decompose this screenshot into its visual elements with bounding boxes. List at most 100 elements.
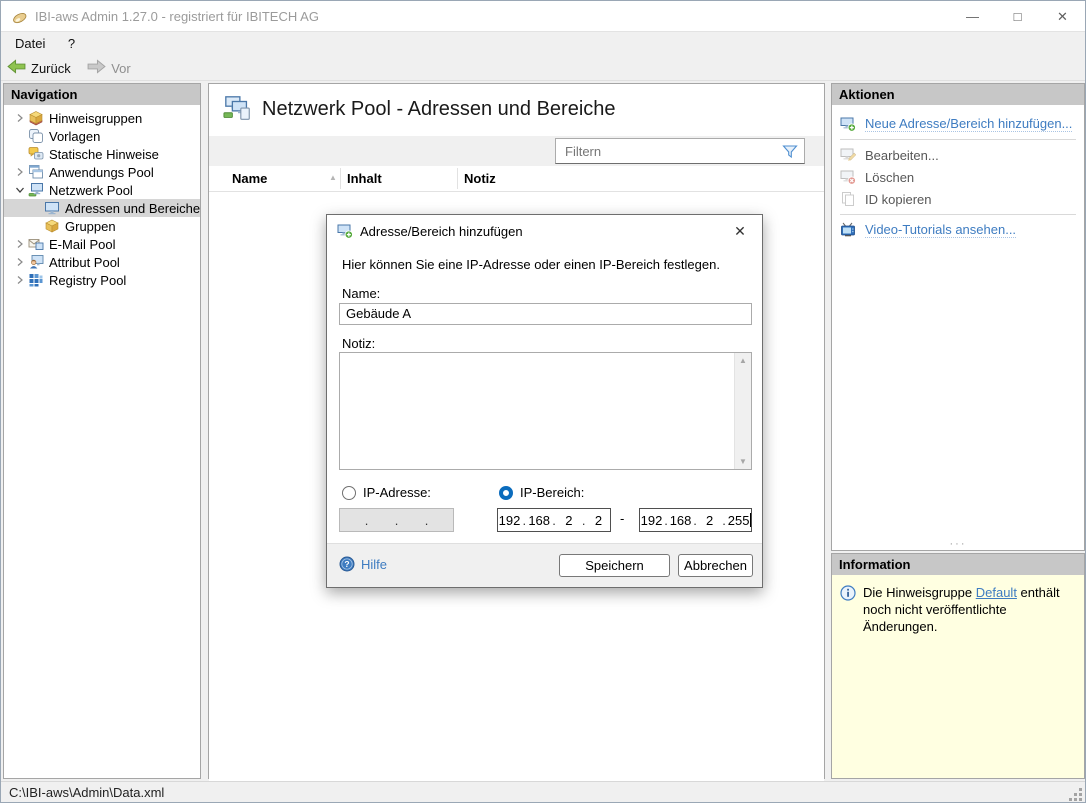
actions-list: Neue Adresse/Bereich hinzufügen... Bearb… xyxy=(832,105,1084,240)
action-add-address[interactable]: Neue Adresse/Bereich hinzufügen... xyxy=(840,114,1084,134)
default-group-link[interactable]: Default xyxy=(976,585,1017,600)
back-arrow-icon xyxy=(7,59,26,77)
sidebar-item-hinweisgruppen[interactable]: Hinweisgruppen xyxy=(4,109,200,127)
action-edit[interactable]: Bearbeiten... xyxy=(840,145,1084,165)
octet[interactable]: 2 xyxy=(557,513,580,528)
name-label: Name: xyxy=(342,286,381,301)
octet[interactable]: 192 xyxy=(498,513,521,528)
panel-splitter-grip[interactable]: ··· xyxy=(832,539,1084,550)
dialog-footer: ? Hilfe Speichern Abbrechen xyxy=(327,543,762,587)
save-button[interactable]: Speichern xyxy=(559,554,670,577)
filter-funnel-icon[interactable] xyxy=(782,144,798,160)
add-address-dialog: Adresse/Bereich hinzufügen ✕ Hier können… xyxy=(326,214,763,588)
chevron-right-icon[interactable] xyxy=(12,113,28,123)
menu-item-help[interactable]: ? xyxy=(59,32,84,55)
sort-asc-icon: ▲ xyxy=(329,173,337,182)
ip-range-option[interactable]: IP-Bereich: xyxy=(499,485,584,500)
column-header-name[interactable]: Name xyxy=(232,171,267,186)
sidebar-item-gruppen[interactable]: Gruppen xyxy=(4,217,200,235)
column-header-notiz[interactable]: Notiz xyxy=(464,171,496,186)
sidebar-item-netzwerk-pool[interactable]: Netzwerk Pool xyxy=(4,181,200,199)
sidebar-item-label: Vorlagen xyxy=(49,128,101,144)
scroll-up-icon[interactable]: ▲ xyxy=(735,356,751,365)
sidebar-item-attribut-pool[interactable]: Attribut Pool xyxy=(4,253,200,271)
maximize-button[interactable]: □ xyxy=(995,1,1040,32)
forward-label: Vor xyxy=(111,60,131,76)
menu-item-datei[interactable]: Datei xyxy=(6,32,54,55)
ip-range-from-field[interactable]: 192. 168. 2. 2 xyxy=(497,508,611,532)
name-field[interactable]: Gebäude A xyxy=(339,303,752,325)
sidebar-item-statische-hinweise[interactable]: Statische Hinweise xyxy=(4,145,200,163)
octet[interactable]: 255 xyxy=(727,513,750,528)
box-icon xyxy=(44,218,61,234)
actions-divider xyxy=(840,214,1076,215)
chevron-right-icon[interactable] xyxy=(12,275,28,285)
information-panel: Information Die Hinweisgruppe Default en… xyxy=(831,553,1085,779)
octet[interactable]: 2 xyxy=(698,513,721,528)
action-copy-id[interactable]: ID kopieren xyxy=(840,189,1084,209)
info-icon xyxy=(840,585,856,601)
scrollbar[interactable]: ▲ ▼ xyxy=(734,353,751,469)
column-header-inhalt[interactable]: Inhalt xyxy=(347,171,382,186)
sidebar-item-registry-pool[interactable]: Registry Pool xyxy=(4,271,200,289)
sidebar-item-adressen-und-bereiche[interactable]: Adressen und Bereiche xyxy=(4,199,200,217)
help-label[interactable]: Hilfe xyxy=(361,557,387,572)
column-divider xyxy=(457,168,458,189)
status-bar: C:\IBI-aws\Admin\Data.xml xyxy=(1,781,1085,802)
octet[interactable]: 168 xyxy=(528,513,551,528)
action-video-tutorials[interactable]: Video-Tutorials ansehen... xyxy=(840,220,1084,240)
chevron-down-icon[interactable] xyxy=(12,185,28,195)
note-field[interactable]: ▲ ▼ xyxy=(339,352,752,470)
action-label[interactable]: ID kopieren xyxy=(865,192,931,207)
navigation-header: Navigation xyxy=(4,84,200,105)
radio-checked-icon[interactable] xyxy=(499,485,513,500)
note-label: Notiz: xyxy=(342,336,376,351)
action-label[interactable]: Video-Tutorials ansehen... xyxy=(865,222,1017,238)
octet[interactable]: 168 xyxy=(669,513,692,528)
sidebar-item-anwendungs-pool[interactable]: Anwendungs Pool xyxy=(4,163,200,181)
chevron-right-icon[interactable] xyxy=(12,167,28,177)
monitor-icon xyxy=(44,200,61,216)
actions-header: Aktionen xyxy=(832,84,1084,105)
dialog-close-icon[interactable]: ✕ xyxy=(730,222,750,240)
ip-option-row: IP-Adresse: IP-Bereich: xyxy=(327,485,762,503)
help-link[interactable]: ? Hilfe xyxy=(339,556,387,572)
filter-input[interactable]: Filtern xyxy=(555,138,805,164)
network-pool-icon xyxy=(223,94,253,124)
forward-arrow-icon xyxy=(87,59,106,77)
radio-unchecked-icon[interactable] xyxy=(342,485,356,500)
scroll-down-icon[interactable]: ▼ xyxy=(735,457,751,466)
app-windows-icon xyxy=(28,164,45,180)
cancel-button[interactable]: Abbrechen xyxy=(678,554,753,577)
ip-address-field[interactable]: ... xyxy=(339,508,454,532)
text-caret xyxy=(750,513,751,527)
close-button[interactable]: ✕ xyxy=(1040,1,1085,32)
ip-range-to-field[interactable]: 192. 168. 2. 255 xyxy=(639,508,752,532)
forward-button[interactable]: Vor xyxy=(81,56,137,80)
page-title: Netzwerk Pool - Adressen und Bereiche xyxy=(262,98,616,120)
toolbar: Zurück Vor xyxy=(1,56,1085,81)
action-delete[interactable]: Löschen xyxy=(840,167,1084,187)
octet[interactable]: 2 xyxy=(587,513,610,528)
ip-address-option[interactable]: IP-Adresse: xyxy=(342,485,431,500)
action-label[interactable]: Neue Adresse/Bereich hinzufügen... xyxy=(865,116,1073,132)
sidebar-item-label: Attribut Pool xyxy=(49,254,120,270)
octet[interactable]: 192 xyxy=(640,513,663,528)
minimize-button[interactable]: — xyxy=(950,1,995,32)
sidebar-item-label: Netzwerk Pool xyxy=(49,182,133,198)
email-icon xyxy=(28,236,45,252)
ip-range-label: IP-Bereich: xyxy=(520,485,585,500)
chevron-right-icon[interactable] xyxy=(12,239,28,249)
chevron-right-icon[interactable] xyxy=(12,257,28,267)
action-label[interactable]: Bearbeiten... xyxy=(865,148,939,163)
resize-grip[interactable] xyxy=(1068,787,1083,802)
action-label[interactable]: Löschen xyxy=(865,170,914,185)
sidebar-item-email-pool[interactable]: E-Mail Pool xyxy=(4,235,200,253)
actions-panel: Aktionen Neue Adresse/Bereich hinzufügen… xyxy=(831,83,1085,551)
monitor-add-icon xyxy=(840,116,857,132)
sidebar-item-vorlagen[interactable]: Vorlagen xyxy=(4,127,200,145)
box-stack-icon xyxy=(28,110,45,126)
app-window: IBI-aws Admin 1.27.0 - registriert für I… xyxy=(0,0,1086,803)
person-monitor-icon xyxy=(28,254,45,270)
back-button[interactable]: Zurück xyxy=(1,56,77,80)
